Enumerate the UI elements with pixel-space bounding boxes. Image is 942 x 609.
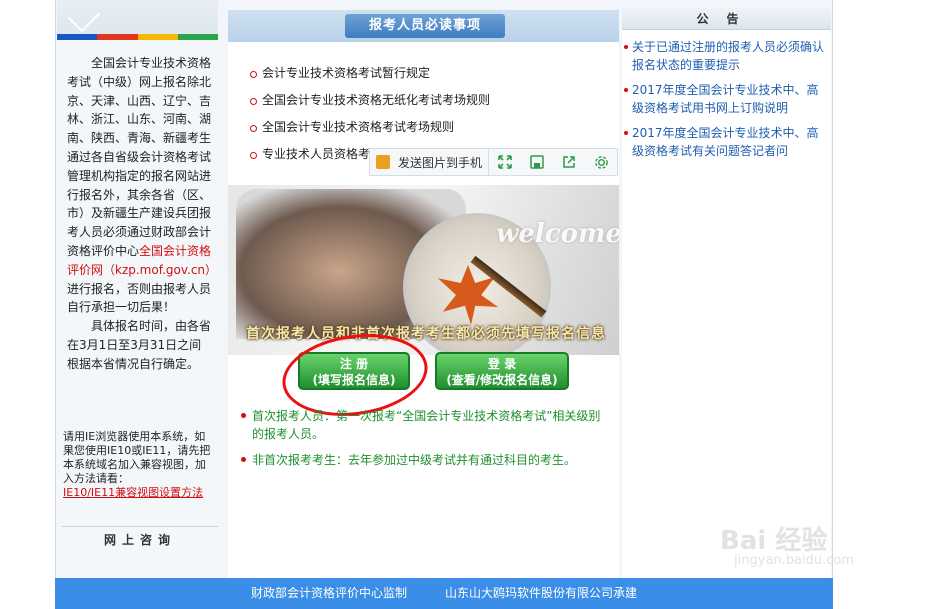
share-button[interactable] xyxy=(553,149,585,175)
notice-item[interactable]: 全国会计专业技术资格无纸化考试考场规则 xyxy=(248,89,490,116)
expand-icon xyxy=(498,155,512,169)
explain-item: 首次报考人员：第一次报考“全国会计专业技术资格考试”相关级别的报考人员。 xyxy=(240,407,610,443)
registration-time-text: 具体报名时间，由各省在3月1日至3月31日之间根据本省情况自行确定。 xyxy=(67,319,212,371)
login-button-label: 登 录 xyxy=(487,357,517,371)
footer: 财政部会计资格评价中心监制 山东山大鸥玛软件股份有限公司承建 xyxy=(55,578,833,609)
left-panel: 全国会计专业技术资格考试（中级）网上报名除北京、天津、山西、辽宁、吉林、浙江、山… xyxy=(57,0,218,578)
announcement-link[interactable]: 2017年度全国会计专业技术中、高级资格考试有关问题答记者问 xyxy=(624,124,829,160)
notice-item[interactable]: 全国会计专业技术资格考试考场规则 xyxy=(248,116,490,143)
announcement-link[interactable]: 关于已通过注册的报考人员必须确认报名状态的重要提示 xyxy=(624,38,829,74)
registration-info-p1: 全国会计专业技术资格考试（中级）网上报名除北京、天津、山西、辽宁、吉林、浙江、山… xyxy=(67,56,212,258)
browser-note-text: 请用IE浏览器使用本系统，如果您使用IE10或IE11，请先把本系统域名加入兼容… xyxy=(63,430,211,485)
chevron-down-icon xyxy=(67,0,101,33)
left-panel-header xyxy=(57,0,218,40)
send-to-phone-button[interactable]: 发送图片到手机 xyxy=(370,149,490,175)
compat-view-link[interactable]: IE10/IE11兼容视图设置方法 xyxy=(63,486,203,499)
watermark-main: Bai 经验 xyxy=(720,526,828,556)
save-icon xyxy=(530,155,544,169)
welcome-text: welcome xyxy=(496,219,619,249)
announcement-list: 关于已通过注册的报考人员必须确认报名状态的重要提示 2017年度全国会计专业技术… xyxy=(624,38,829,167)
notice-header-title: 报考人员必读事项 xyxy=(345,14,505,38)
banner-text: 首次报考人员和非首次报考考生都必须先填写报名信息 xyxy=(246,326,606,342)
explain-item: 非首次报考考生：去年参加过中级考试并有通过科目的考生。 xyxy=(240,451,610,469)
login-button-sublabel: (查看/修改报名信息) xyxy=(446,373,558,387)
send-to-phone-label: 发送图片到手机 xyxy=(398,155,483,170)
color-bar xyxy=(57,34,218,40)
browser-note: 请用IE浏览器使用本系统，如果您使用IE10或IE11，请先把本系统域名加入兼容… xyxy=(63,430,215,500)
login-button[interactable]: 登 录 (查看/修改报名信息) xyxy=(435,352,569,390)
settings-button[interactable] xyxy=(585,149,617,175)
registration-info-p2: 进行报名，否则由报考人员自行承担一切后果！ xyxy=(67,281,212,315)
announcement-header: 公告 xyxy=(622,8,831,30)
notice-header: 报考人员必读事项 xyxy=(228,10,619,42)
watermark-sub: jingyan.baidu.com xyxy=(734,553,854,568)
welcome-banner: welcome 首次报考人员和非首次报考考生都必须先填写报名信息 xyxy=(228,185,619,355)
footer-builder: 山东山大鸥玛软件股份有限公司承建 xyxy=(445,586,638,600)
expand-button[interactable] xyxy=(489,149,521,175)
applicant-explanation: 首次报考人员：第一次报考“全国会计专业技术资格考试”相关级别的报考人员。 非首次… xyxy=(240,407,610,477)
image-toolbar: 发送图片到手机 xyxy=(369,148,618,176)
announcement-panel: 公告 关于已通过注册的报考人员必须确认报名状态的重要提示 2017年度全国会计专… xyxy=(622,8,831,578)
baidu-watermark: Bai 经验 jingyan.baidu.com xyxy=(720,520,854,568)
share-icon xyxy=(563,156,575,168)
notice-item[interactable]: 会计专业技术资格考试暂行规定 xyxy=(248,62,490,89)
save-button[interactable] xyxy=(521,149,553,175)
footer-supervisor: 财政部会计资格评价中心监制 xyxy=(250,586,407,600)
online-consult-title[interactable]: 网上咨询 xyxy=(62,526,218,552)
settings-icon xyxy=(594,155,608,169)
registration-info-text: 全国会计专业技术资格考试（中级）网上报名除北京、天津、山西、辽宁、吉林、浙江、山… xyxy=(67,54,217,374)
announcement-link[interactable]: 2017年度全国会计专业技术中、高级资格考试用书网上订购说明 xyxy=(624,81,829,117)
phone-send-icon xyxy=(376,155,390,169)
